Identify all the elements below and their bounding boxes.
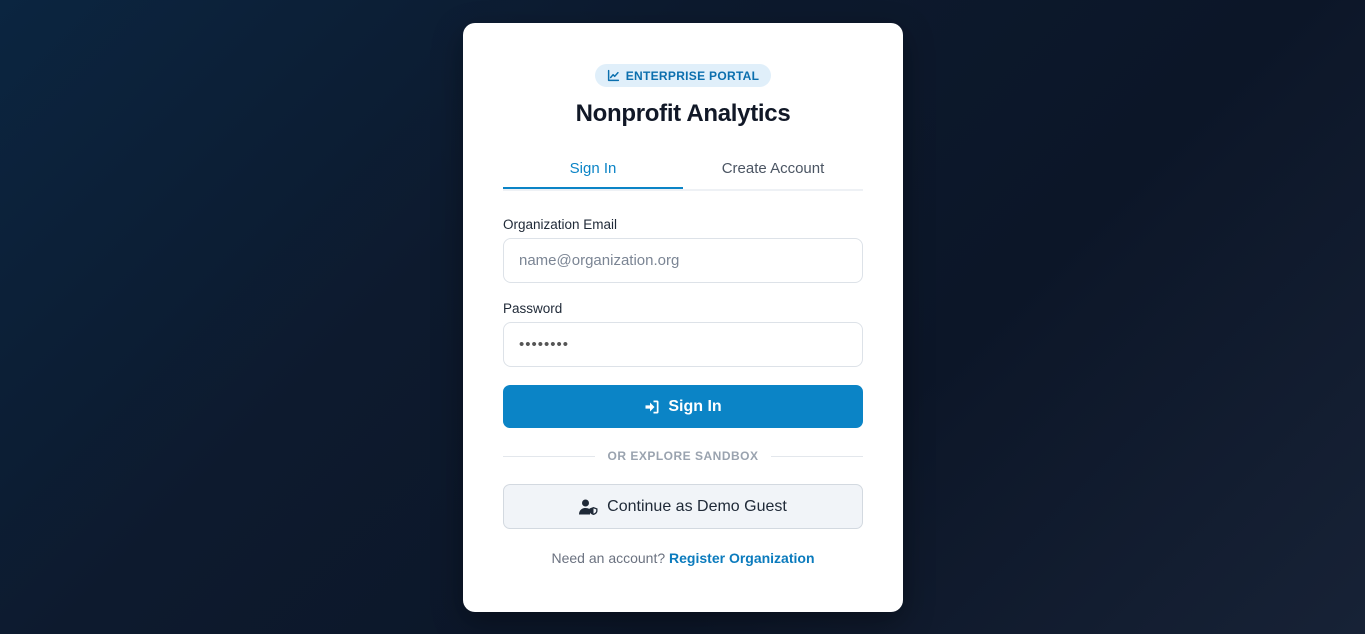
demo-guest-label: Continue as Demo Guest [607, 497, 787, 515]
divider: OR EXPLORE SANDBOX [503, 448, 863, 464]
badge-label: ENTERPRISE PORTAL [625, 68, 760, 83]
register-prompt-text: Need an account? [551, 550, 666, 566]
password-field[interactable]: •••••••• [503, 322, 863, 367]
login-card: ENTERPRISE PORTAL Nonprofit Analytics Si… [463, 23, 903, 612]
sign-in-button-label: Sign In [668, 397, 722, 415]
enterprise-badge: ENTERPRISE PORTAL [594, 64, 772, 87]
user-shield-icon [579, 499, 598, 515]
demo-guest-button[interactable]: Continue as Demo Guest [503, 484, 863, 529]
register-prompt: Need an account? Register Organization [503, 550, 863, 566]
auth-tabs: Sign In Create Account [503, 154, 863, 191]
divider-line-left [503, 455, 596, 457]
email-field[interactable] [503, 238, 863, 283]
tab-sign-in[interactable]: Sign In [503, 154, 683, 189]
register-organization-link[interactable]: Register Organization [669, 550, 814, 566]
password-label: Password [503, 301, 563, 316]
sign-in-icon [645, 400, 659, 413]
page-title: Nonprofit Analytics [575, 100, 791, 127]
chart-line-icon [607, 69, 619, 82]
badge-wrap: ENTERPRISE PORTAL [503, 64, 863, 87]
sign-in-button[interactable]: Sign In [503, 385, 863, 428]
email-label: Organization Email [503, 217, 618, 232]
divider-text: OR EXPLORE SANDBOX [607, 449, 759, 463]
tab-create-account[interactable]: Create Account [683, 154, 863, 189]
password-value: •••••••• [519, 336, 570, 353]
divider-line-right [770, 455, 863, 457]
